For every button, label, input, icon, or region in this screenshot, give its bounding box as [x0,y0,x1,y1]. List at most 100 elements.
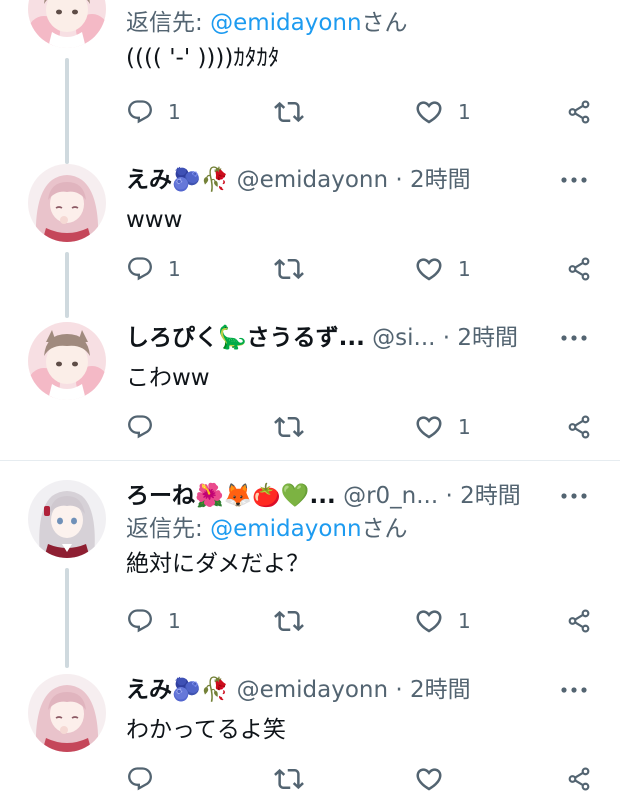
more-icon[interactable] [558,168,590,192]
share-icon [566,608,592,634]
reply-icon [126,98,154,126]
tweet-actions: 1 1 [126,604,620,638]
like-button[interactable]: 1 [414,410,471,444]
heart-icon [414,764,444,794]
tweet-1[interactable]: えみ🫐🥀 @emidayonn · 2時間 www 1 1 [0,150,620,318]
reply-button[interactable]: 1 [126,604,181,638]
like-button[interactable] [414,762,458,796]
heart-icon [414,606,444,636]
more-icon[interactable] [558,678,590,702]
like-count: 1 [458,609,471,633]
like-button[interactable]: 1 [414,252,471,286]
reply-button[interactable]: 1 [126,95,181,129]
like-button[interactable]: 1 [414,604,471,638]
reply-to-suffix: さん [361,10,408,36]
display-name[interactable]: えみ🫐🥀 [126,167,229,193]
timestamp[interactable]: 2時間 [457,325,518,351]
retweet-button[interactable] [274,410,304,444]
retweet-button[interactable] [274,604,304,638]
display-name[interactable]: しろぴく🦕さうるず... [126,325,365,351]
reply-button[interactable]: 1 [126,252,181,286]
avatar[interactable] [28,322,106,400]
thread-divider [0,460,620,461]
heart-icon [414,412,444,442]
tweet-2[interactable]: しろぴく🦕さうるず... @si... · 2時間 こわww 1 [0,308,620,460]
tweet-actions [126,762,620,796]
avatar[interactable] [28,674,106,752]
reply-mention-link[interactable]: @emidayonn [210,10,361,36]
tweet-0[interactable]: 返信先: @emidayonnさん (((( '-' ))))ｶﾀｶﾀ 1 1 [0,0,620,164]
avatar[interactable] [28,164,106,242]
reply-count: 1 [168,257,181,281]
reply-to-suffix: さん [361,516,408,542]
share-icon [566,99,592,125]
reply-to-prefix: 返信先: [126,516,211,542]
share-icon [566,414,592,440]
retweet-icon [274,254,304,284]
avatar[interactable] [28,0,106,48]
display-name[interactable]: ろーね🌺🦊🍅💚... [126,483,336,509]
retweet-button[interactable] [274,252,304,286]
reply-icon [126,255,154,283]
reply-to-line: 返信先: @emidayonnさん [126,6,584,40]
retweet-icon [274,606,304,636]
reply-icon [126,765,154,793]
separator-dot: · [395,167,403,193]
reply-count: 1 [168,100,181,124]
user-handle[interactable]: @r0_n... [343,483,438,509]
thread-line [65,568,69,668]
heart-icon [414,97,444,127]
more-icon[interactable] [558,484,590,508]
tweet-actions: 1 1 [126,95,620,129]
tweet-text: (((( '-' ))))ｶﾀｶﾀ [126,45,280,71]
tweet-header: えみ🫐🥀 @emidayonn · 2時間 [126,674,584,706]
timestamp[interactable]: 2時間 [460,483,521,509]
heart-icon [414,254,444,284]
reply-icon [126,607,154,635]
retweet-button[interactable] [274,95,304,129]
reply-to-line: 返信先: @emidayonnさん [126,512,584,546]
reply-button[interactable] [126,762,168,796]
like-count: 1 [458,415,471,439]
share-button[interactable] [566,252,592,286]
timestamp[interactable]: 2時間 [410,167,471,193]
more-icon[interactable] [558,326,590,350]
tweet-4[interactable]: えみ🫐🥀 @emidayonn · 2時間 わかってるよ笑 [0,660,620,803]
retweet-button[interactable] [274,762,304,796]
tweet-actions: 1 [126,410,620,444]
tweet-text: www [126,207,183,233]
share-icon [566,766,592,792]
share-button[interactable] [566,604,592,638]
timestamp[interactable]: 2時間 [410,677,471,703]
like-count: 1 [458,257,471,281]
like-count: 1 [458,100,471,124]
tweet-header: ろーね🌺🦊🍅💚... @r0_n... · 2時間 [126,480,584,512]
tweet-text: わかってるよ笑 [126,717,286,743]
user-handle[interactable]: @emidayonn [237,167,388,193]
avatar[interactable] [28,480,106,558]
separator-dot: · [445,483,453,509]
reply-button[interactable] [126,410,168,444]
share-button[interactable] [566,762,592,796]
user-handle[interactable]: @emidayonn [237,677,388,703]
separator-dot: · [442,325,451,351]
retweet-icon [274,412,304,442]
retweet-icon [274,764,304,794]
share-icon [566,256,592,282]
tweet-header: しろぴく🦕さうるず... @si... · 2時間 [126,322,584,354]
tweet-text: こわww [126,365,210,391]
reply-mention-link[interactable]: @emidayonn [210,516,361,542]
thread-line [65,58,69,164]
share-button[interactable] [566,95,592,129]
tweet-header: えみ🫐🥀 @emidayonn · 2時間 [126,164,584,196]
display-name[interactable]: えみ🫐🥀 [126,677,229,703]
like-button[interactable]: 1 [414,95,471,129]
share-button[interactable] [566,410,592,444]
user-handle[interactable]: @si... [372,325,435,351]
retweet-icon [274,97,304,127]
tweet-3[interactable]: ろーね🌺🦊🍅💚... @r0_n... · 2時間 返信先: @emidayon… [0,466,620,668]
separator-dot: · [395,677,403,703]
tweet-text: 絶対にダメだよ？ [126,551,310,577]
reply-to-prefix: 返信先: [126,10,211,36]
tweet-actions: 1 1 [126,252,620,286]
